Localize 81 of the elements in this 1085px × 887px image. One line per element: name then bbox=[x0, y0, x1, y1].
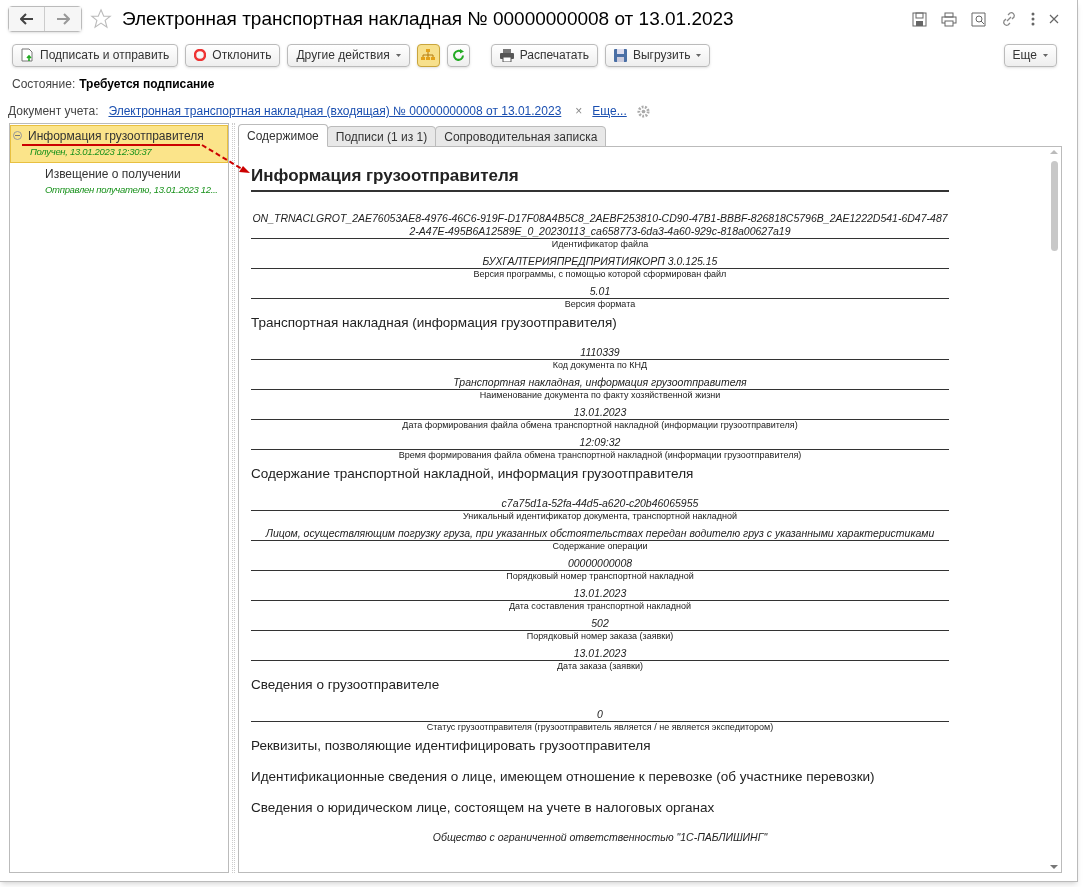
back-button[interactable] bbox=[9, 7, 45, 31]
printer-icon bbox=[499, 48, 514, 62]
refresh-button[interactable] bbox=[446, 43, 470, 67]
preview-icon[interactable] bbox=[971, 11, 987, 27]
tree-item-label: Информация грузоотправителя bbox=[28, 127, 204, 145]
close-icon[interactable] bbox=[1049, 14, 1059, 24]
field-value: 00000000008 bbox=[566, 556, 634, 570]
field-value: c7a75d1a-52fa-44d5-a620-c20b46065955 bbox=[500, 496, 700, 510]
tab[interactable]: Сопроводительная записка bbox=[435, 126, 607, 147]
caret-icon bbox=[395, 53, 401, 57]
field-label: Идентификатор файла bbox=[550, 238, 650, 250]
scroll-thumb[interactable] bbox=[1050, 161, 1058, 251]
field-value: Лицом, осуществляющим погрузку груза, при указанных обстоятельствах передан водителю груз с указанными характеристиками bbox=[264, 526, 936, 540]
back-arrow-icon bbox=[19, 13, 34, 25]
document-label: Документ учета: bbox=[8, 103, 99, 120]
window-title: Электронная транспортная накладная № 00000000008 от 13.01.2023 bbox=[122, 6, 734, 31]
print-icon[interactable] bbox=[941, 11, 957, 27]
link-icon[interactable] bbox=[1001, 11, 1017, 27]
more-link[interactable]: Еще... bbox=[592, 102, 627, 120]
tree-item-status: Получен, 13.01.2023 12:30:37 bbox=[30, 145, 152, 159]
field-label: Дата формирования файла обмена транспортной накладной (информации грузоотправителя) bbox=[401, 419, 799, 431]
clear-button[interactable]: × bbox=[575, 102, 583, 120]
field-label: Наименование документа по факту хозяйственной жизни bbox=[478, 389, 722, 401]
field-label: Версия формата bbox=[563, 298, 637, 310]
field-label: Порядковый номер транспортной накладной bbox=[505, 570, 695, 582]
more-icon[interactable] bbox=[1031, 12, 1035, 26]
field-value: 5.01 bbox=[588, 284, 612, 298]
caret-icon bbox=[696, 53, 702, 57]
save-icon[interactable] bbox=[912, 11, 927, 27]
field-value: 13.01.2023 bbox=[572, 586, 628, 600]
state-value: Требуется подписание bbox=[79, 76, 215, 93]
field-label: Время формирования файла обмена транспортной накладной (информации грузоотправителя) bbox=[397, 449, 803, 461]
field-label: Дата заказа (заявки) bbox=[556, 660, 644, 672]
field-value: 1110339 bbox=[579, 345, 621, 359]
field-label: Статус грузоотправителя (грузоотправитель является / не является экспедитором) bbox=[425, 721, 775, 733]
scroll-down-icon[interactable] bbox=[1050, 864, 1058, 870]
reject-button[interactable]: Отклонить bbox=[185, 43, 281, 67]
menu-button[interactable]: Другие действия bbox=[287, 43, 410, 67]
hierarchy-icon bbox=[421, 49, 436, 61]
field-value: 13.01.2023 bbox=[572, 646, 628, 660]
section-title: Содержание транспортной накладной, информация грузоотправителя bbox=[251, 465, 695, 482]
section-title: Сведения о грузоотправителе bbox=[251, 676, 441, 693]
document-heading: Информация грузоотправителя bbox=[251, 163, 949, 192]
tab[interactable]: Содержимое bbox=[238, 124, 328, 147]
tree-item[interactable]: Информация грузоотправителя Получен, 13.01.2023 12:30:37 bbox=[10, 125, 228, 164]
more-button[interactable]: Еще bbox=[1003, 43, 1057, 67]
forward-arrow-icon bbox=[56, 13, 70, 25]
field-value: 13.01.2023 bbox=[572, 405, 628, 419]
field-value: Общество с ограниченной ответственностью "1С-ПАБЛИШИНГ" bbox=[431, 830, 769, 844]
tree-button[interactable] bbox=[416, 43, 440, 67]
tree-item-status: Отправлен получателю, 13.01.2023 12... bbox=[45, 183, 218, 198]
field-label: Дата составления транспортной накладной bbox=[507, 600, 693, 612]
section-title: Транспортная накладная (информация грузоотправителя) bbox=[251, 314, 618, 331]
field-label: Уникальный идентификатор документа, транспортной накладной bbox=[462, 510, 738, 522]
field-label: Порядковый номер заказа (заявки) bbox=[525, 630, 675, 642]
field-label: Версия программы, с помощью которой сформирован файл bbox=[472, 268, 728, 280]
field-value: 0 bbox=[596, 707, 604, 721]
section-title: Сведения о юридическом лице, состоящем на учете в налоговых органах bbox=[251, 799, 716, 816]
section-title: Реквизиты, позволяющие идентифицировать грузоотправителя bbox=[251, 737, 652, 754]
stop-icon bbox=[194, 49, 207, 61]
refresh-icon bbox=[451, 48, 465, 62]
document-icon bbox=[21, 48, 34, 62]
section-title: Идентификационные сведения о лице, имеющем отношение к перевозке (об участнике перевозки) bbox=[251, 768, 876, 785]
gear-icon[interactable] bbox=[636, 104, 650, 118]
document-link[interactable]: Электронная транспортная накладная (входящая) № 00000000008 от 13.01.2023 bbox=[108, 102, 562, 120]
sign-button[interactable]: Подписать и отправить bbox=[12, 43, 179, 67]
export-button[interactable]: Выгрузить bbox=[604, 43, 711, 67]
scroll-up-icon[interactable] bbox=[1050, 149, 1058, 155]
tree-item[interactable]: Извещение о получении Отправлен получателю, 13.01.2023 12... bbox=[10, 163, 228, 202]
field-label: Код документа по КНД bbox=[551, 359, 649, 371]
field-label: Содержание операции bbox=[551, 540, 649, 552]
field-value: Транспортная накладная, информация грузоотправителя bbox=[452, 375, 748, 389]
tree-item-label: Извещение о получении bbox=[45, 165, 181, 183]
field-value: БУХГАЛТЕРИЯПРЕДПРИЯТИЯКОРП 3.0.125.15 bbox=[481, 254, 719, 268]
state-label: Состояние: bbox=[12, 76, 76, 93]
field-value: 12:09:32 bbox=[578, 435, 622, 449]
field-value: ON_TRNACLGROT_2AE76053AE8-4976-46C6-919F-D17F08A4B5C8_2AEBF253810-CD90-47B1-BBBF-826818C5796B_2AE1222D541-6D47-4872-A47E-495B6A12589E_0_20230113_ca658773-6da3-4a60-929c-818a00627a19 bbox=[251, 211, 949, 238]
star-icon[interactable] bbox=[90, 8, 112, 30]
print-button[interactable]: Распечатать bbox=[490, 43, 598, 67]
caret-icon bbox=[1043, 53, 1048, 57]
field-value: 502 bbox=[590, 616, 610, 630]
